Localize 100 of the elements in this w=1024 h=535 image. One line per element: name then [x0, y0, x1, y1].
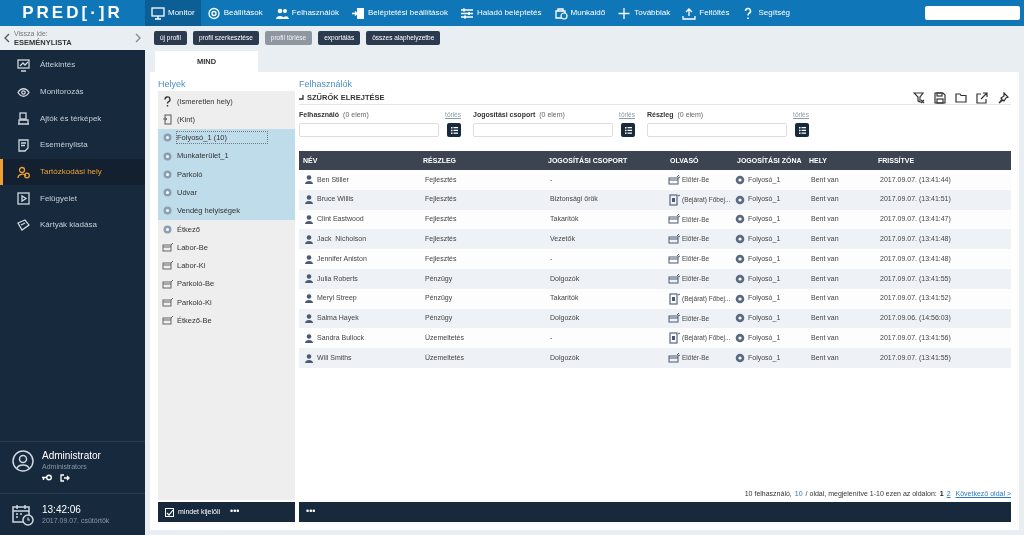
- filter-clear-icon[interactable]: [913, 91, 925, 104]
- person-icon: [305, 353, 313, 363]
- monitor-icon: [151, 6, 165, 20]
- sidebar-item[interactable]: Kártyák kiadása: [0, 212, 145, 239]
- nav-tab[interactable]: Segítség: [735, 0, 797, 26]
- card-reader-icon: [162, 260, 173, 272]
- nav-tab[interactable]: Haladó beléptetés: [454, 0, 548, 26]
- places-title: Helyek: [158, 78, 187, 91]
- door-icon: [350, 6, 365, 20]
- nav-tab[interactable]: Munkaidő: [547, 0, 612, 26]
- card-reader-icon: [668, 173, 680, 186]
- select-all-checkbox[interactable]: [165, 507, 174, 517]
- sliders-icon: [460, 6, 475, 20]
- users-icon: [274, 6, 289, 20]
- nav-tab[interactable]: Felhasználók: [268, 0, 345, 26]
- location-icon: [162, 223, 173, 235]
- sidebar-item[interactable]: Felügyelet: [0, 185, 145, 213]
- location-icon: [162, 150, 173, 162]
- card-reader-icon: [668, 213, 680, 226]
- location-icon: [735, 273, 745, 284]
- collapse-icon[interactable]: [299, 95, 304, 100]
- list-icon: [449, 125, 459, 135]
- person-icon: [305, 234, 313, 244]
- folder-icon[interactable]: [955, 91, 967, 104]
- users-title: Felhasználók: [299, 78, 354, 91]
- card-reader-icon: [162, 278, 173, 290]
- location-icon: [735, 234, 745, 245]
- card-reader-icon: [668, 233, 680, 246]
- location-icon: [735, 333, 745, 344]
- upload-icon: [682, 6, 697, 20]
- sidebar-item[interactable]: Eseménylista: [0, 132, 145, 159]
- sidebar-item[interactable]: Ajtók és térképek: [0, 105, 145, 133]
- nav-tab[interactable]: Feltöltés: [676, 0, 736, 26]
- location-icon: [735, 174, 745, 185]
- card-reader-icon: [668, 352, 680, 365]
- more-button[interactable]: •••: [230, 505, 240, 519]
- briefcase-clock-icon: [553, 6, 568, 20]
- pin-icon[interactable]: [997, 91, 1009, 104]
- door-reader-icon: [668, 193, 680, 206]
- logo: PRED[·]R: [22, 2, 123, 25]
- external-link-icon[interactable]: [976, 91, 988, 104]
- filter-field[interactable]: [473, 123, 613, 137]
- nav-tab[interactable]: Továbbiak: [611, 0, 677, 26]
- person-icon: [305, 313, 313, 323]
- door-reader-icon: [668, 292, 680, 305]
- plus-icon: [617, 6, 632, 20]
- eye-icon: [17, 85, 30, 99]
- list-button[interactable]: [447, 123, 461, 137]
- user-icon: [12, 450, 34, 472]
- forward-icon: [135, 33, 141, 43]
- list-icon: [623, 125, 633, 135]
- card-reader-icon: [668, 253, 680, 266]
- document-icon: [17, 138, 30, 152]
- location-icon: [735, 214, 745, 225]
- search-field[interactable]: [925, 6, 1020, 20]
- gear-icon: [206, 6, 221, 20]
- calendar-clock-icon: [12, 503, 34, 526]
- person-icon: [305, 333, 313, 343]
- nav-tab[interactable]: Monitor: [145, 0, 201, 26]
- card-reader-icon: [668, 312, 680, 325]
- more-button[interactable]: •••: [306, 505, 316, 519]
- filter-field[interactable]: [299, 123, 439, 137]
- location-icon: [735, 313, 745, 324]
- person-icon: [305, 215, 313, 224]
- card-reader-icon: [162, 242, 173, 253]
- filter-field[interactable]: [647, 123, 787, 137]
- person-icon: [305, 274, 313, 284]
- door-icon: [162, 113, 173, 125]
- back-icon: [4, 33, 10, 43]
- location-icon: [735, 293, 745, 304]
- sidebar-item[interactable]: Monitorozás: [0, 78, 145, 106]
- location-icon: [735, 353, 745, 364]
- card-reader-icon: [162, 315, 173, 327]
- person-icon: [305, 175, 313, 185]
- location-icon: [735, 254, 745, 265]
- check-icon: [165, 508, 174, 516]
- location-icon: [162, 205, 173, 217]
- location-icon: [162, 132, 173, 144]
- location-icon: [162, 168, 173, 180]
- clock-time: 13:42:06: [42, 503, 82, 516]
- list-icon: [797, 125, 807, 135]
- key-icon[interactable]: [42, 474, 52, 481]
- location-icon: [735, 194, 745, 205]
- person-location-icon: [17, 165, 30, 179]
- person-icon: [305, 254, 313, 264]
- list-button[interactable]: [621, 123, 635, 137]
- sidebar-item[interactable]: Áttekintés: [0, 52, 145, 79]
- person-icon: [305, 294, 313, 304]
- user-name: Administrator: [42, 450, 101, 462]
- door-reader-icon: [668, 332, 680, 345]
- sidebar-item[interactable]: Tartózkodási hely: [0, 158, 145, 186]
- card-reader-icon: [668, 272, 680, 285]
- nav-tab[interactable]: Beléptetési beállítások: [344, 0, 455, 26]
- save-icon[interactable]: [934, 91, 946, 104]
- logout-icon[interactable]: [60, 474, 70, 482]
- nav-tab[interactable]: Beállítások: [200, 0, 269, 26]
- list-button[interactable]: [795, 123, 809, 137]
- question-icon: [162, 95, 173, 107]
- play-icon: [17, 192, 30, 206]
- person-icon: [305, 195, 313, 205]
